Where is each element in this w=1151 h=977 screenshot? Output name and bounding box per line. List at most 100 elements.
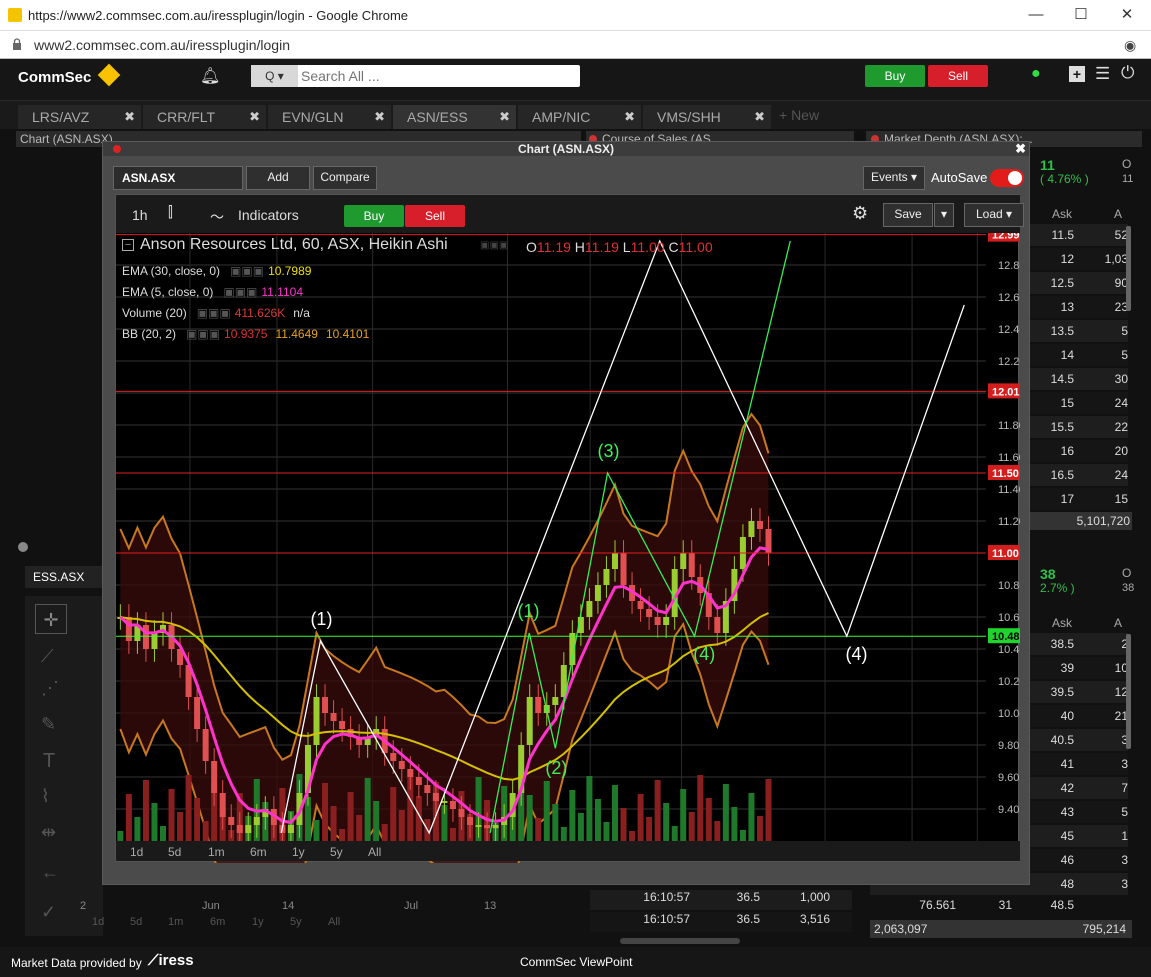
- candle-body: [245, 825, 252, 833]
- new-tab-button[interactable]: + New: [779, 107, 819, 123]
- chart-sell-button[interactable]: Sell: [405, 205, 465, 227]
- table-row: 76.561 31 48.5: [919, 898, 1074, 912]
- search-box[interactable]: Q ▾: [251, 65, 580, 87]
- tab-evn-gln[interactable]: EVN/GLN ✖: [268, 105, 391, 129]
- trendline-icon[interactable]: ⟋: [41, 646, 54, 667]
- interval-selector[interactable]: 1h: [132, 207, 148, 223]
- period-1d[interactable]: 1d: [130, 845, 143, 859]
- legend-tools-icon[interactable]: ▣▣▣: [223, 285, 257, 299]
- eye-icon[interactable]: ◉: [1124, 37, 1136, 54]
- volume-bar: [748, 793, 755, 841]
- text-tool-icon[interactable]: T: [43, 750, 55, 773]
- load-dropdown[interactable]: Load ▾: [964, 203, 1024, 227]
- volume-bar: [637, 794, 644, 841]
- candle-body: [151, 633, 158, 649]
- ask-quantity: 1,03: [1104, 252, 1128, 266]
- tab-crr-flt[interactable]: CRR/FLT ✖: [143, 105, 266, 129]
- scrollbar-horizontal[interactable]: [620, 938, 740, 944]
- candle-body: [748, 521, 755, 537]
- legend-tools-icon[interactable]: ▣▣▣: [480, 240, 530, 252]
- ask-quantity: 10: [1114, 661, 1128, 675]
- panel-handle-icon[interactable]: [18, 542, 28, 552]
- indicators-icon[interactable]: 〜: [210, 207, 224, 227]
- scrollbar-vertical[interactable]: [1126, 634, 1131, 749]
- indicators-button[interactable]: Indicators: [238, 207, 299, 223]
- collapse-legend-icon[interactable]: –: [122, 239, 134, 251]
- add-button[interactable]: Add: [246, 166, 310, 190]
- brush-icon[interactable]: ✎: [41, 714, 56, 735]
- top-sell-button[interactable]: Sell: [928, 65, 988, 87]
- volume-bar: [202, 821, 209, 841]
- y-tick-label: 11.20: [998, 516, 1020, 528]
- chart-window: Chart (ASN.ASX) ✖ ASN.ASX Add Compare Ev…: [102, 141, 1030, 885]
- close-tab-icon[interactable]: ✖: [754, 105, 765, 129]
- chart-title: Anson Resources Ltd, 60, ASX, Heikin Ash…: [140, 236, 448, 253]
- ask-quantity: 2: [1121, 637, 1128, 651]
- legend-bb: BB (20, 2) ▣▣▣ 10.9375 11.4649 10.4101: [122, 327, 370, 341]
- chart-buy-button[interactable]: Buy: [344, 205, 404, 227]
- close-tab-icon[interactable]: ✖: [249, 105, 260, 129]
- legend-tools-icon[interactable]: ▣▣▣: [230, 264, 264, 278]
- tab-vms-shh[interactable]: VMS/SHH ✖: [643, 105, 771, 129]
- period-1y[interactable]: 1y: [292, 845, 305, 859]
- tab-lrs-avz[interactable]: LRS/AVZ ✖: [18, 105, 141, 129]
- close-tab-icon[interactable]: ✖: [124, 105, 135, 129]
- close-tab-icon[interactable]: ✖: [624, 105, 635, 129]
- candle-body: [390, 753, 397, 761]
- candle-body: [535, 697, 542, 713]
- close-chart-icon[interactable]: ✖: [1015, 142, 1026, 156]
- compare-button[interactable]: Compare: [313, 166, 377, 190]
- save-options-dropdown[interactable]: ▾: [934, 203, 954, 227]
- volume-bar: [560, 827, 567, 841]
- volume-bar: [594, 799, 601, 841]
- legend-tools-icon[interactable]: ▣▣▣: [197, 306, 231, 320]
- symbol-input[interactable]: ASN.ASX: [113, 166, 243, 190]
- candle-body: [236, 825, 243, 833]
- period-6m[interactable]: 6m: [250, 845, 267, 859]
- address-url[interactable]: www2.commsec.com.au/iressplugin/login: [34, 37, 290, 53]
- course-of-sales-list: 16:10:57 36.5 1,000 16:10:57 36.5 3,516: [590, 890, 852, 938]
- period-5y[interactable]: 5y: [330, 845, 343, 859]
- settings-gear-icon[interactable]: ⚙: [852, 203, 868, 224]
- top-buy-button[interactable]: Buy: [865, 65, 925, 87]
- period-5d[interactable]: 5d: [168, 845, 181, 859]
- scrollbar-vertical[interactable]: [1126, 226, 1131, 311]
- candle-body: [219, 793, 226, 817]
- bell-icon[interactable]: 🔔︎: [200, 66, 220, 86]
- tab-asn-ess[interactable]: ASN/ESS ✖: [393, 105, 516, 129]
- address-bar[interactable]: www2.commsec.com.au/iressplugin/login ◉: [0, 31, 1151, 59]
- crosshair-icon[interactable]: ✛: [35, 604, 67, 634]
- maximize-button[interactable]: ☐: [1071, 6, 1091, 24]
- search-input[interactable]: [301, 65, 576, 87]
- fib-icon[interactable]: ⋰: [41, 678, 59, 699]
- add-icon[interactable]: +: [1069, 66, 1085, 82]
- tab-amp-nic[interactable]: AMP/NIC ✖: [518, 105, 641, 129]
- close-window-button[interactable]: ✕: [1117, 6, 1137, 24]
- candle-body: [202, 729, 209, 761]
- ess-period-bar: 1d 5d 1m 6m 1y 5y All: [92, 916, 341, 928]
- menu-icon[interactable]: ☰: [1095, 64, 1110, 84]
- check-icon[interactable]: ✓: [41, 902, 56, 923]
- ask-price: 41: [1060, 757, 1074, 771]
- autosave-toggle[interactable]: [990, 169, 1024, 187]
- power-icon[interactable]: ⏻: [1121, 63, 1134, 83]
- events-dropdown[interactable]: Events ▾: [863, 166, 925, 190]
- pattern-icon[interactable]: ⌇: [41, 786, 50, 807]
- candle-type-icon[interactable]: ⫿: [168, 204, 173, 221]
- search-type-button[interactable]: Q ▾: [251, 65, 298, 87]
- save-button[interactable]: Save: [883, 203, 933, 227]
- candle-body: [663, 617, 670, 625]
- period-1m[interactable]: 1m: [208, 845, 225, 859]
- y-tick-label: 9.60: [998, 772, 1019, 784]
- y-tick-label: 10.20: [998, 676, 1020, 688]
- candle-body: [432, 793, 439, 801]
- minimize-button[interactable]: —: [1026, 6, 1046, 24]
- lightbulb-icon[interactable]: ●: [1031, 65, 1047, 83]
- measure-icon[interactable]: ⇹: [41, 822, 56, 843]
- close-tab-icon[interactable]: ✖: [374, 105, 385, 129]
- period-all[interactable]: All: [368, 845, 381, 859]
- back-arrow-icon[interactable]: ←: [41, 862, 59, 883]
- close-tab-icon[interactable]: ✖: [499, 105, 510, 129]
- legend-tools-icon[interactable]: ▣▣▣: [186, 327, 220, 341]
- y-tick-label: 9.40: [998, 804, 1019, 816]
